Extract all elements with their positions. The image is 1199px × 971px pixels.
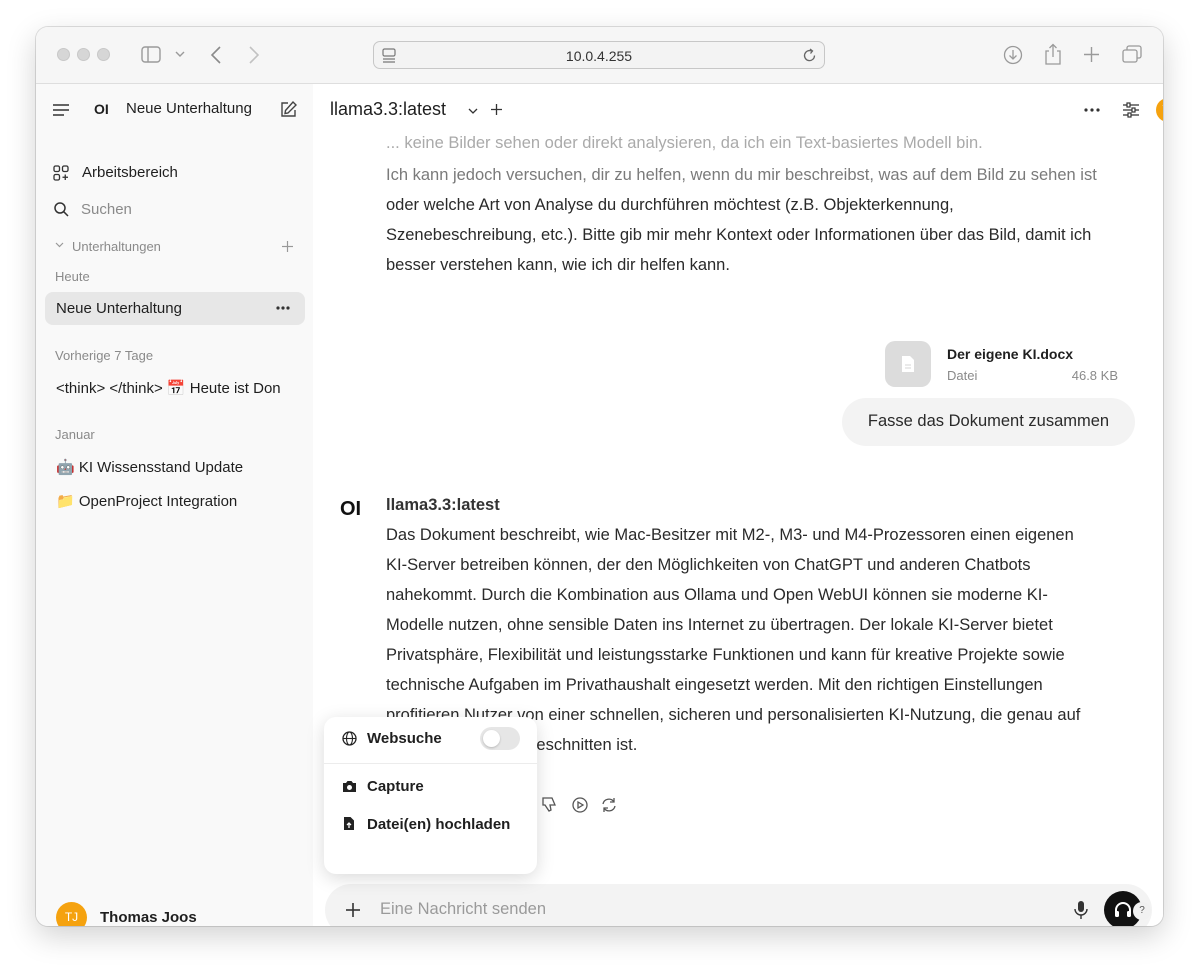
chat-item-label[interactable]: <think> </think> 📅 Heute ist Don — [56, 379, 306, 397]
message-line: oder welche Art von Analyse du durchführ… — [386, 196, 954, 214]
message-line: Ich kann jedoch versuchen, dir zu helfen… — [386, 166, 1097, 184]
toggle-knob — [483, 730, 500, 747]
message-line: technische Aufgaben im Privathaushalt ei… — [386, 676, 1043, 694]
user-message-text: Fasse das Dokument zusammen — [867, 412, 1110, 430]
document-icon — [902, 356, 914, 372]
chevron-down-icon[interactable] — [175, 51, 185, 58]
file-upload-icon — [344, 817, 354, 830]
reload-icon[interactable] — [802, 48, 817, 63]
message-line: KI-Server betreiben können, der den Mögl… — [386, 556, 1031, 574]
browser-toolbar: 10.0.4.255 — [36, 27, 1163, 84]
settings-sliders-icon[interactable] — [1123, 102, 1139, 118]
user-name[interactable]: Thomas Joos — [100, 909, 197, 926]
message-text-faded: ... keine Bilder sehen oder direkt analy… — [386, 134, 983, 152]
divider — [324, 763, 537, 764]
sidebar-toggle-icon[interactable] — [141, 46, 161, 63]
message-line: Modelle nutzen, ohne sensible Daten ins … — [386, 616, 1053, 634]
add-model-icon[interactable] — [491, 104, 502, 115]
tab-overview-icon[interactable] — [1122, 45, 1142, 64]
workspace-icon[interactable] — [53, 165, 69, 181]
minimize-window-button[interactable] — [77, 48, 90, 61]
file-type: Datei — [947, 368, 978, 383]
message-input[interactable]: Eine Nachricht senden — [380, 900, 546, 919]
thumbs-down-icon[interactable] — [541, 796, 557, 812]
message-line: Das Dokument beschreibt, wie Mac-Besitze… — [386, 526, 1074, 544]
file-thumbnail — [885, 341, 931, 387]
help-button[interactable]: ? — [1133, 902, 1151, 920]
regenerate-icon[interactable] — [601, 797, 617, 813]
share-icon[interactable] — [1044, 43, 1062, 65]
group-label: Januar — [55, 427, 95, 442]
user-avatar[interactable]: TJ — [56, 902, 87, 926]
websearch-toggle[interactable] — [480, 727, 520, 750]
websearch-label: Websuche — [367, 730, 442, 747]
file-size: 46.8 KB — [1071, 368, 1118, 383]
browser-window: 10.0.4.255 OI Neue Unterhaltung Arbeitsb… — [36, 27, 1163, 926]
file-name: Der eigene KI.docx — [947, 346, 1074, 362]
more-options-icon[interactable] — [276, 306, 290, 310]
chat-item-label[interactable]: Neue Unterhaltung — [56, 300, 182, 317]
sidebar: OI Neue Unterhaltung Arbeitsbereich Such… — [36, 84, 313, 926]
file-attachment[interactable]: Der eigene KI.docx Datei 46.8 KB — [885, 341, 1133, 389]
message-line: Szenebeschreibung, etc.). Bitte gib mir … — [386, 226, 1092, 244]
chat-item-label[interactable]: 🤖 KI Wissensstand Update — [56, 458, 243, 476]
group-label: Vorherige 7 Tage — [55, 348, 154, 363]
model-selector[interactable]: llama3.3:latest — [330, 99, 446, 120]
workspace-link[interactable]: Arbeitsbereich — [82, 164, 178, 181]
assistant-name: llama3.3:latest — [386, 496, 500, 514]
url-text[interactable]: 10.0.4.255 — [374, 48, 824, 64]
read-aloud-icon[interactable] — [572, 797, 588, 813]
group-label: Heute — [55, 269, 90, 284]
close-window-button[interactable] — [57, 48, 70, 61]
assistant-avatar: OI — [340, 498, 362, 520]
camera-icon — [343, 781, 356, 792]
message-line: nahekommt. Durch die Kombination aus Oll… — [386, 586, 1048, 604]
new-chat-label[interactable]: Neue Unterhaltung — [126, 100, 252, 117]
back-icon[interactable] — [210, 46, 222, 64]
search-icon — [54, 202, 69, 217]
message-line: besser verstehen kann, wie ich dir helfe… — [386, 256, 730, 274]
search-input[interactable]: Suchen — [81, 201, 132, 218]
microphone-icon[interactable] — [1074, 900, 1088, 920]
chats-section-header[interactable]: Unterhaltungen — [72, 239, 161, 254]
message-line: Privatsphäre, Flexibilität und leistungs… — [386, 646, 1065, 664]
capture-menu-item[interactable]: Capture — [367, 778, 424, 795]
zoom-window-button[interactable] — [97, 48, 110, 61]
compose-icon[interactable] — [279, 100, 298, 119]
chevron-down-icon[interactable] — [55, 242, 64, 248]
brand-logo: OI — [94, 101, 109, 117]
globe-icon — [342, 731, 357, 746]
message-composer: Eine Nachricht senden — [325, 884, 1152, 926]
chevron-down-icon[interactable] — [468, 108, 478, 114]
plus-icon[interactable] — [346, 903, 360, 917]
input-menu-popup: Websuche Capture Datei(en) hochladen — [324, 717, 537, 874]
menu-icon[interactable] — [53, 104, 69, 116]
more-options-icon[interactable] — [1084, 108, 1100, 112]
forward-icon[interactable] — [248, 46, 260, 64]
add-folder-icon[interactable] — [282, 241, 293, 252]
address-bar[interactable]: 10.0.4.255 — [373, 41, 825, 69]
downloads-icon[interactable] — [1003, 45, 1023, 65]
upload-menu-item[interactable]: Datei(en) hochladen — [367, 816, 510, 833]
new-tab-icon[interactable] — [1083, 46, 1100, 63]
headphones-icon — [1115, 902, 1131, 917]
user-message-bubble: Fasse das Dokument zusammen — [842, 398, 1135, 446]
chat-item-label[interactable]: 📁 OpenProject Integration — [56, 492, 237, 510]
